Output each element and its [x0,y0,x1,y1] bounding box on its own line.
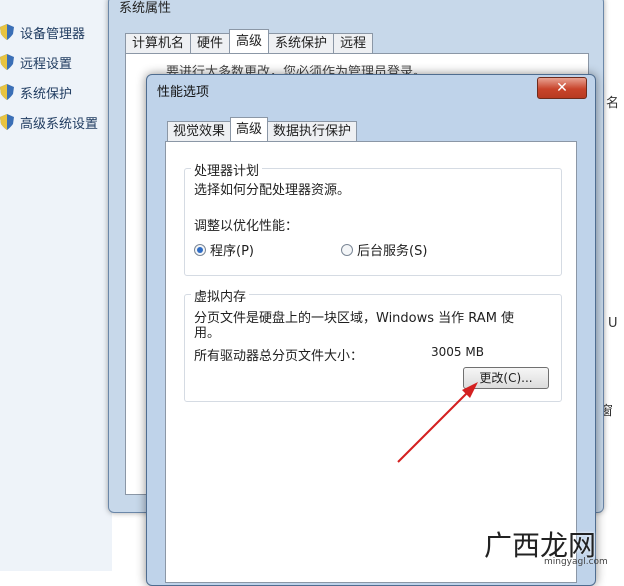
group-title: 虚拟内存 [191,286,250,305]
radio-programs[interactable]: 程序(P) [194,240,254,259]
radio-label: 后台服务(S) [357,244,428,259]
shield-icon [0,114,14,130]
performance-options-dialog: 性能选项 ✕ 视觉效果 高级 数据执行保护 处理器计划 选择如何分配处理器资源。… [146,74,596,586]
total-paging-label: 所有驱动器总分页文件大小： [194,349,364,364]
watermark-url: mingyagl.com [544,557,608,567]
window-title: 系统属性 [119,1,172,16]
close-button[interactable]: ✕ [537,77,587,99]
sidebar: 设备管理器 远程设置 系统保护 高级系统设置 [0,0,112,571]
sidebar-item-device-manager[interactable]: 设备管理器 [0,21,85,43]
memory-description: 分页文件是硬盘上的一块区域，Windows 当作 RAM 使 [194,311,515,326]
memory-description-cont: 用。 [194,326,221,341]
sidebar-item-label: 系统保护 [20,86,73,102]
group-title: 处理器计划 [191,160,263,179]
processor-description: 选择如何分配处理器资源。 [194,183,351,198]
sidebar-item-system-protection[interactable]: 系统保护 [0,81,72,103]
dialog-tab-panel: 处理器计划 选择如何分配处理器资源。 调整以优化性能： 程序(P) 后台服务(S… [165,141,577,583]
tab-hardware[interactable]: 硬件 [190,33,231,54]
sidebar-item-label: 远程设置 [20,56,73,72]
tab-advanced[interactable]: 高级 [229,29,270,54]
tab-system-protection[interactable]: 系统保护 [268,33,335,54]
virtual-memory-group: 虚拟内存 分页文件是硬盘上的一块区域，Windows 当作 RAM 使 用。 所… [184,286,562,402]
adjust-label: 调整以优化性能： [194,219,299,234]
dialog-tab-bar: 视觉效果 高级 数据执行保护 [167,117,358,142]
radio-unselected-icon [341,243,353,256]
tab-data-execution-prevention[interactable]: 数据执行保护 [267,121,358,142]
shield-icon [0,24,14,40]
tab-advanced[interactable]: 高级 [230,117,269,142]
radio-background-services[interactable]: 后台服务(S) [341,240,427,259]
sidebar-item-label: 设备管理器 [20,26,86,42]
shield-icon [0,54,14,70]
sidebar-item-remote-settings[interactable]: 远程设置 [0,51,72,73]
background-text-fragment: 名 [606,96,620,111]
radio-selected-icon [194,243,206,256]
tab-computer-name[interactable]: 计算机名 [125,33,192,54]
processor-scheduling-group: 处理器计划 选择如何分配处理器资源。 调整以优化性能： 程序(P) 后台服务(S… [184,160,562,276]
background-text-fragment: U [608,316,618,331]
shield-icon [0,84,14,100]
close-icon: ✕ [556,80,568,96]
sidebar-item-label: 高级系统设置 [20,116,99,132]
tab-visual-effects[interactable]: 视觉效果 [167,121,232,142]
dialog-title: 性能选项 [157,85,210,100]
tab-remote[interactable]: 远程 [333,33,374,54]
tab-bar: 计算机名 硬件 高级 系统保护 远程 [125,29,374,54]
total-paging-value: 3005 MB [431,345,484,359]
sidebar-item-advanced-settings[interactable]: 高级系统设置 [0,111,98,133]
radio-label: 程序(P) [210,244,254,259]
annotation-arrow-icon [397,382,478,463]
